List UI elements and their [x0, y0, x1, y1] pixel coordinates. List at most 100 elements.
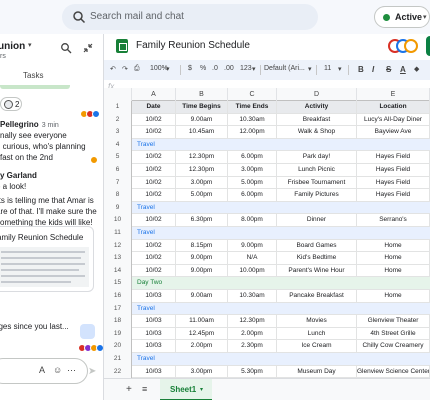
collapse-icon[interactable]: [82, 42, 94, 54]
table-cell[interactable]: Ice Cream: [277, 340, 357, 353]
table-cell[interactable]: 12.30pm: [176, 151, 228, 164]
message-compose[interactable]: A ☺ ⋯: [0, 358, 88, 384]
table-cell[interactable]: 10/02: [132, 252, 176, 265]
font-select[interactable]: Default (Ari...: [264, 65, 305, 72]
table-cell[interactable]: 10.00pm: [228, 264, 277, 278]
doc-title[interactable]: Family Reunion Schedule: [136, 40, 250, 51]
table-cell[interactable]: 3.00pm: [176, 365, 228, 379]
add-sheet-icon[interactable]: +: [126, 384, 132, 395]
section-label[interactable]: Travel: [137, 139, 155, 152]
table-cell[interactable]: 6.00pm: [228, 189, 277, 202]
section-label[interactable]: Day Two: [137, 277, 162, 290]
table-cell[interactable]: 12.30pm: [176, 164, 228, 177]
room-name[interactable]: union: [0, 41, 25, 52]
section-label[interactable]: Travel: [137, 303, 155, 316]
column-header[interactable]: A: [132, 88, 176, 101]
fill-color-icon[interactable]: ◆: [414, 65, 419, 73]
chevron-down-icon[interactable]: ▾: [252, 65, 256, 73]
table-cell[interactable]: 12.30pm: [228, 315, 277, 328]
format-text-icon[interactable]: A: [39, 365, 45, 375]
table-cell[interactable]: 10/02: [132, 151, 176, 164]
reaction-chip[interactable]: 2: [0, 97, 22, 111]
table-cell[interactable]: Park day!: [277, 151, 357, 164]
row-number[interactable]: 15: [104, 277, 132, 290]
table-cell[interactable]: 10/03: [132, 340, 176, 353]
table-cell[interactable]: 8.00pm: [228, 214, 277, 227]
header-cell[interactable]: Date: [132, 101, 176, 114]
row-number[interactable]: 12: [104, 239, 132, 253]
increase-decimal-button[interactable]: .00: [224, 65, 234, 72]
header-cell[interactable]: Location: [357, 101, 430, 114]
row-number[interactable]: 8: [104, 189, 132, 202]
send-icon[interactable]: ➤: [88, 366, 96, 377]
table-cell[interactable]: Lunch: [277, 327, 357, 341]
table-cell[interactable]: Serrano's: [357, 214, 430, 227]
strikethrough-button[interactable]: S: [386, 65, 391, 74]
chevron-down-icon[interactable]: ▾: [28, 41, 32, 49]
italic-button[interactable]: I: [372, 65, 374, 74]
table-cell[interactable]: 2.30pm: [228, 340, 277, 353]
column-header[interactable]: D: [277, 88, 357, 101]
search-box[interactable]: Search mail and chat: [62, 4, 318, 30]
table-cell[interactable]: 10.45am: [176, 126, 228, 139]
print-icon[interactable]: ⎙: [134, 65, 140, 73]
chevron-down-icon[interactable]: ▾: [338, 65, 342, 73]
row-number[interactable]: 2: [104, 113, 132, 127]
table-cell[interactable]: Walk & Shop: [277, 126, 357, 139]
table-cell[interactable]: 10/02: [132, 176, 176, 190]
all-sheets-icon[interactable]: ≡: [142, 384, 147, 394]
table-cell[interactable]: 10/02: [132, 113, 176, 127]
table-cell[interactable]: Hayes Field: [357, 189, 430, 202]
row-number[interactable]: 20: [104, 340, 132, 353]
table-cell[interactable]: 10/02: [132, 126, 176, 139]
table-cell[interactable]: 2.00pm: [228, 327, 277, 341]
table-cell[interactable]: Home: [357, 252, 430, 265]
table-cell[interactable]: 10/02: [132, 264, 176, 278]
section-label[interactable]: Travel: [137, 353, 155, 366]
table-cell[interactable]: 5.00pm: [228, 176, 277, 190]
percent-format-button[interactable]: %: [200, 65, 206, 72]
sheet-tab[interactable]: Sheet1 ▾: [160, 379, 212, 400]
table-cell[interactable]: 3.00pm: [228, 164, 277, 177]
table-cell[interactable]: 4th Street Grille: [357, 327, 430, 341]
chevron-down-icon[interactable]: ▾: [166, 65, 170, 73]
row-number[interactable]: 4: [104, 138, 132, 152]
table-cell[interactable]: Museum Day: [277, 365, 357, 379]
table-cell[interactable]: Lunch Picnic: [277, 164, 357, 177]
status-chip[interactable]: Active ▾: [374, 6, 430, 28]
changes-since-text[interactable]: nges since you last...: [0, 322, 69, 331]
currency-format-button[interactable]: $: [188, 65, 192, 72]
table-cell[interactable]: 3.00pm: [176, 176, 228, 190]
table-cell[interactable]: Movies: [277, 315, 357, 328]
table-cell[interactable]: 10/03: [132, 365, 176, 379]
table-cell[interactable]: Hayes Field: [357, 176, 430, 190]
header-cell[interactable]: Time Begins: [176, 101, 228, 114]
column-header[interactable]: C: [228, 88, 277, 101]
table-cell[interactable]: 11.00am: [176, 315, 228, 328]
header-cell[interactable]: Activity: [277, 101, 357, 114]
table-cell[interactable]: 9.00am: [176, 113, 228, 127]
table-cell[interactable]: Kid's Bedtime: [277, 252, 357, 265]
table-cell[interactable]: 10/02: [132, 189, 176, 202]
table-cell[interactable]: 10/03: [132, 327, 176, 341]
table-cell[interactable]: Board Games: [277, 239, 357, 253]
table-cell[interactable]: 12.45pm: [176, 327, 228, 341]
bold-button[interactable]: B: [358, 65, 364, 74]
row-number[interactable]: 5: [104, 151, 132, 164]
emoji-icon[interactable]: ☺: [53, 365, 62, 375]
table-cell[interactable]: Bayview Ave: [357, 126, 430, 139]
row-number[interactable]: 1: [104, 101, 132, 114]
table-cell[interactable]: Breakfast: [277, 113, 357, 127]
row-number[interactable]: 19: [104, 327, 132, 341]
table-cell[interactable]: Pancake Breakfast: [277, 290, 357, 303]
chevron-down-icon[interactable]: ▾: [200, 386, 203, 393]
column-header[interactable]: E: [357, 88, 430, 101]
number-format-select[interactable]: 123: [240, 65, 252, 72]
row-number[interactable]: 16: [104, 290, 132, 303]
collaborator-avatars[interactable]: [388, 39, 418, 55]
row-number[interactable]: 14: [104, 264, 132, 278]
row-number[interactable]: 9: [104, 201, 132, 215]
sparkle-icon[interactable]: [80, 324, 95, 339]
row-number[interactable]: 21: [104, 353, 132, 366]
table-cell[interactable]: Chilly Cow Creamery: [357, 340, 430, 353]
